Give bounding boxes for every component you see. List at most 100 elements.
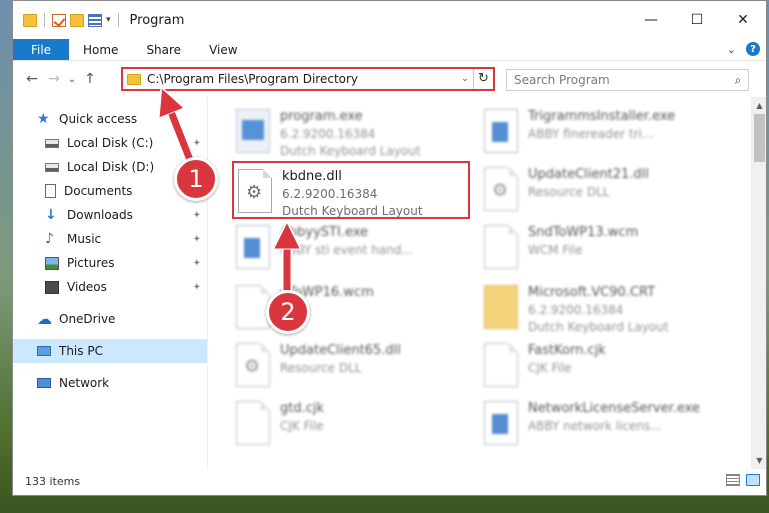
properties-check-icon[interactable] <box>52 13 66 27</box>
back-button[interactable]: ← <box>21 71 43 87</box>
page-icon <box>236 285 270 329</box>
folder-icon <box>484 285 518 329</box>
sidebar-item-music[interactable]: ♪ Music ✦ <box>13 227 207 251</box>
properties-icon[interactable] <box>88 13 102 27</box>
customize-toolbar-dropdown[interactable]: ▾ <box>106 15 111 25</box>
window-controls: — ☐ ✕ <box>628 1 766 39</box>
file-type: Resource DLL <box>528 185 610 199</box>
step-callout-2: 2 <box>266 290 310 334</box>
tab-home[interactable]: Home <box>69 39 132 60</box>
recent-locations-dropdown[interactable]: ⌄ <box>65 74 79 85</box>
sidebar-item-quick-access[interactable]: ★ Quick access <box>13 107 207 131</box>
details-view-icon[interactable] <box>726 474 740 486</box>
file-version: 6.2.9200.16384 <box>280 127 376 141</box>
navigation-pane: ★ Quick access Local Disk (C:) ✦ Local D… <box>13 97 208 469</box>
file-name: gtd.cjk <box>280 401 325 416</box>
pin-icon[interactable]: ✦ <box>193 138 201 149</box>
dll-gear-icon <box>484 167 518 211</box>
file-item[interactable]: UpdateClient65.dll Resource DLL <box>232 337 470 395</box>
maximize-button[interactable]: ☐ <box>674 1 720 39</box>
tab-share[interactable]: Share <box>132 39 195 60</box>
item-count: 133 items <box>25 474 81 488</box>
file-item[interactable]: Microsoft.VC90.CRT 6.2.9200.16384 Dutch … <box>480 279 718 337</box>
file-description: Dutch Keyboard Layout <box>528 320 669 334</box>
sidebar-item-videos[interactable]: Videos ✦ <box>13 275 207 299</box>
step-callout-1: 1 <box>174 157 218 201</box>
refresh-button[interactable]: ↻ <box>473 69 493 89</box>
sidebar-item-pictures[interactable]: Pictures ✦ <box>13 251 207 275</box>
file-item[interactable]: FastKorn.cjk CJK File <box>480 337 718 395</box>
file-name: FastKorn.cjk <box>528 343 606 358</box>
page-icon <box>236 401 270 445</box>
forward-button[interactable]: → <box>43 71 65 87</box>
new-folder-icon[interactable] <box>70 13 84 27</box>
expand-ribbon-icon[interactable]: ⌄ <box>727 43 736 56</box>
file-description: ABBY sti event hand... <box>280 243 413 257</box>
sidebar-item-label: Downloads <box>67 208 133 222</box>
minimize-button[interactable]: — <box>628 1 674 39</box>
title-bar: ▾ Program — ☐ ✕ <box>13 1 766 39</box>
search-box[interactable]: Search Program ⌕ <box>506 69 749 91</box>
sidebar-item-local-disk-c[interactable]: Local Disk (C:) ✦ <box>13 131 207 155</box>
window-icon <box>236 225 270 269</box>
sidebar-item-onedrive[interactable]: ☁ OneDrive <box>13 307 207 331</box>
address-path[interactable]: C:\Program Files\Program Directory <box>147 72 457 86</box>
file-item[interactable]: UpdateClient21.dll Resource DLL <box>480 161 718 219</box>
file-type: Resource DLL <box>280 361 362 375</box>
sidebar-item-this-pc[interactable]: This PC <box>13 339 207 363</box>
tab-file[interactable]: File <box>13 39 69 60</box>
toolbar-divider <box>117 13 119 27</box>
file-item[interactable]: AbbyySTI.exe ABBY sti event hand... <box>232 219 470 277</box>
document-icon <box>45 184 56 198</box>
file-item[interactable]: TrigrammsInstaller.exe ABBY finereader t… <box>480 103 718 161</box>
search-icon[interactable]: ⌕ <box>728 73 748 88</box>
quick-access-toolbar: ▾ <box>13 13 122 27</box>
cloud-icon: ☁ <box>37 309 52 328</box>
file-name: AbbyySTI.exe <box>280 225 369 240</box>
address-dropdown[interactable]: ⌄ <box>457 74 473 84</box>
pin-icon[interactable]: ✦ <box>193 282 201 293</box>
tab-view[interactable]: View <box>195 39 251 60</box>
videos-icon <box>45 280 59 294</box>
scroll-up-button[interactable]: ▲ <box>751 97 766 114</box>
page-icon <box>484 343 518 387</box>
search-input[interactable]: Search Program <box>514 73 728 87</box>
dll-gear-icon <box>238 169 272 213</box>
file-item-highlighted[interactable]: kbdne.dll 6.2.9200.16384 Dutch Keyboard … <box>232 161 470 219</box>
window-icon <box>484 401 518 445</box>
sidebar-item-label: Local Disk (C:) <box>67 136 154 150</box>
file-version: 6.2.9200.16384 <box>528 303 624 317</box>
star-icon: ★ <box>37 110 50 127</box>
explorer-window: ▾ Program — ☐ ✕ File Home Share View ⌄ ?… <box>12 0 767 496</box>
folder-icon[interactable] <box>23 13 37 27</box>
file-name: program.exe <box>280 109 363 124</box>
pin-icon[interactable]: ✦ <box>193 234 201 245</box>
file-item[interactable]: NetworkLicenseServer.exe ABBY network li… <box>480 395 718 453</box>
disk-icon <box>45 162 59 172</box>
up-button[interactable]: ↑ <box>79 71 101 87</box>
file-description: ABBY finereader tri... <box>528 127 654 141</box>
help-icon[interactable]: ? <box>746 42 760 56</box>
tiles-view-icon[interactable] <box>746 474 760 486</box>
pin-icon[interactable]: ✦ <box>193 258 201 269</box>
scroll-thumb[interactable] <box>754 114 765 162</box>
sidebar-item-downloads[interactable]: ↓ Downloads ✦ <box>13 203 207 227</box>
file-name: Microsoft.VC90.CRT <box>528 285 656 300</box>
close-button[interactable]: ✕ <box>720 1 766 39</box>
sidebar-item-label: Pictures <box>67 256 115 270</box>
sidebar-item-label: Quick access <box>59 112 138 126</box>
sidebar-item-label: Documents <box>64 184 133 198</box>
file-item[interactable]: SndToWP13.wcm WCM File <box>480 219 718 277</box>
sidebar-item-network[interactable]: Network <box>13 371 207 395</box>
file-type: CJK File <box>280 419 324 433</box>
address-bar[interactable]: C:\Program Files\Program Directory ⌄ ↻ <box>121 67 495 91</box>
file-name: NetworkLicenseServer.exe <box>528 401 700 416</box>
folder-icon <box>127 73 141 85</box>
file-item[interactable]: program.exe 6.2.9200.16384 Dutch Keyboar… <box>232 103 470 161</box>
vertical-scrollbar[interactable]: ▲ ▼ <box>751 97 766 469</box>
pin-icon[interactable]: ✦ <box>193 210 201 221</box>
file-item[interactable]: gtd.cjk CJK File <box>232 395 470 453</box>
network-icon <box>37 378 51 388</box>
disk-icon <box>45 138 59 148</box>
